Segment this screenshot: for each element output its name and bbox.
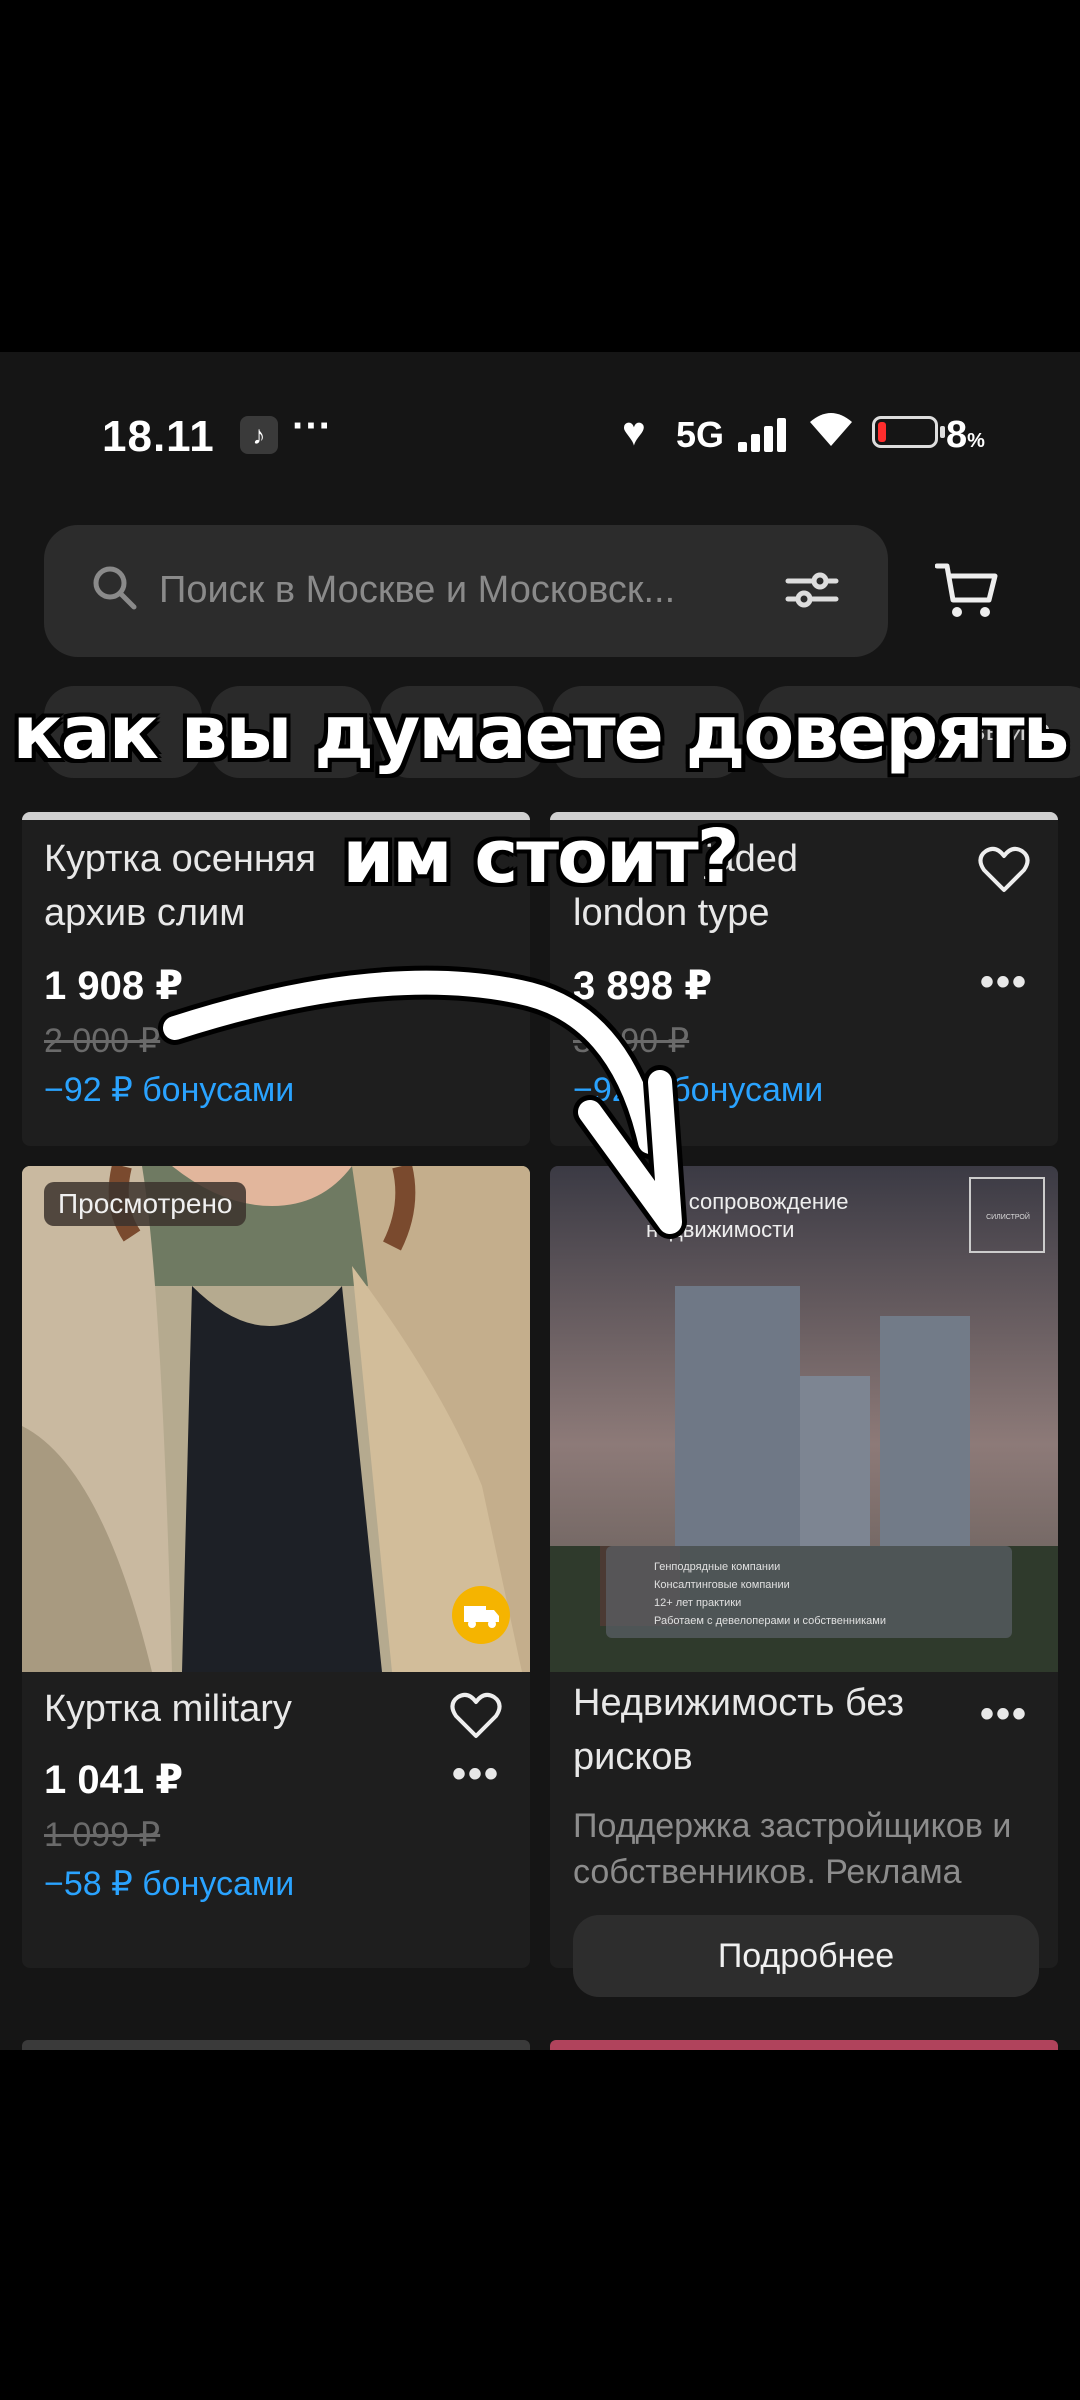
app-screen: 18.11 ♪ ··· ♥ 5G 8% Поиск в Москве и Мос… [0, 352, 1080, 2050]
arrow-annotation [158, 965, 687, 1239]
